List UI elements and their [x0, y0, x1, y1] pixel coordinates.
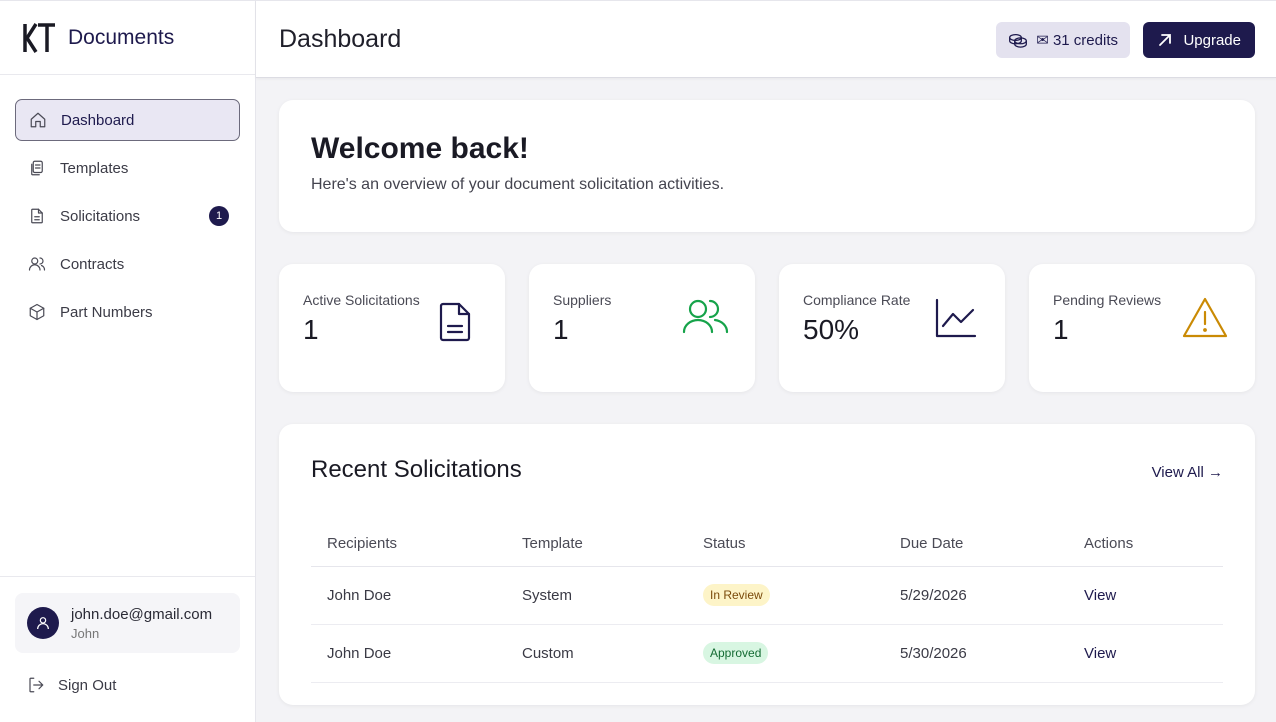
user-name: John	[71, 625, 100, 641]
sidebar-footer: john.doe@gmail.com John Sign Out	[0, 576, 255, 722]
stat-label: Active Solicitations	[303, 292, 420, 308]
warning-icon	[1181, 294, 1229, 342]
cell-recipient: John Doe	[311, 624, 506, 683]
user-icon	[37, 617, 49, 630]
stats-row: Active Solicitations 1 Suppliers 1 Compl…	[279, 264, 1255, 392]
upgrade-button[interactable]: Upgrade	[1143, 22, 1255, 58]
stat-label: Suppliers	[553, 292, 612, 308]
cell-status: Approved	[687, 624, 884, 683]
notification-badge: 1	[209, 206, 229, 226]
welcome-subtitle: Here's an overview of your document soli…	[311, 176, 725, 193]
sidebar-nav: Dashboard Templates Solicitations 1 Cont…	[0, 75, 255, 333]
cell-actions: View	[1068, 624, 1223, 683]
table-header-row: Recipients Template Status Due Date Acti…	[311, 522, 1223, 567]
sidebar-item-contracts[interactable]: Contracts	[15, 243, 240, 285]
table-row: John Doe Custom Approved 5/30/2026 View	[311, 624, 1223, 683]
stat-card-compliance-rate: Compliance Rate 50%	[779, 264, 1005, 392]
status-badge: Approved	[703, 642, 769, 664]
recent-solicitations-card: Recent Solicitations View All → Recipien…	[279, 424, 1255, 705]
section-title: Recent Solicitations	[311, 456, 522, 483]
app-name: Documents	[68, 25, 175, 49]
sidebar-item-label: Templates	[60, 159, 129, 177]
sidebar-item-label: Contracts	[60, 255, 125, 273]
sidebar-item-label: Part Numbers	[60, 303, 153, 321]
box-icon	[27, 302, 47, 322]
users-icon	[27, 254, 47, 274]
view-link[interactable]: View	[1084, 645, 1116, 662]
stat-card-active-solicitations: Active Solicitations 1	[279, 264, 505, 392]
column-header-template: Template	[506, 522, 687, 567]
column-header-due-date: Due Date	[884, 522, 1068, 567]
sidebar: Documents Dashboard Templates Solicitati…	[0, 0, 256, 722]
user-card[interactable]: john.doe@gmail.com John	[15, 593, 240, 653]
arrow-up-right-icon	[1159, 34, 1172, 46]
sidebar-item-label: Dashboard	[61, 111, 135, 129]
column-header-recipients: Recipients	[311, 522, 506, 567]
cell-template: System	[506, 566, 687, 625]
column-header-status: Status	[687, 522, 884, 567]
file-text-icon	[431, 298, 479, 346]
user-email: john.doe@gmail.com	[71, 605, 213, 623]
stat-card-pending-reviews: Pending Reviews 1	[1029, 264, 1255, 392]
sidebar-item-part-numbers[interactable]: Part Numbers	[15, 291, 240, 333]
line-chart-icon	[931, 294, 979, 342]
credits-button[interactable]: ✉ 31 credits	[996, 22, 1130, 58]
cell-actions: View	[1068, 566, 1223, 625]
log-out-icon	[29, 677, 44, 693]
avatar	[27, 607, 59, 639]
welcome-title: Welcome back!	[311, 132, 529, 165]
welcome-card: Welcome back! Here's an overview of your…	[279, 100, 1255, 232]
solicitations-table: Recipients Template Status Due Date Acti…	[311, 522, 1223, 683]
sidebar-item-solicitations[interactable]: Solicitations 1	[15, 195, 240, 237]
view-link[interactable]: View	[1084, 587, 1116, 604]
table-row: John Doe System In Review 5/29/2026 View	[311, 566, 1223, 625]
sidebar-item-dashboard[interactable]: Dashboard	[15, 99, 240, 141]
credits-label: ✉ 31 credits	[1036, 32, 1118, 49]
user-info: john.doe@gmail.com John	[71, 606, 212, 641]
cell-due-date: 5/29/2026	[884, 566, 1068, 625]
view-all-link[interactable]: View All →	[1152, 464, 1223, 481]
stat-label: Compliance Rate	[803, 292, 911, 308]
column-header-actions: Actions	[1068, 522, 1223, 567]
sign-out-label: Sign Out	[58, 676, 117, 694]
kt-logo-icon	[23, 22, 55, 53]
home-icon	[28, 110, 48, 130]
top-bar: Dashboard ✉ 31 credits Upgrade	[256, 0, 1276, 78]
page-title: Dashboard	[279, 24, 402, 53]
cell-recipient: John Doe	[311, 566, 506, 625]
stat-label: Pending Reviews	[1053, 292, 1162, 308]
status-badge: In Review	[703, 584, 770, 606]
cell-template: Custom	[506, 624, 687, 683]
copy-document-icon	[27, 158, 47, 178]
coins-icon	[1009, 33, 1028, 48]
stat-card-suppliers: Suppliers 1	[529, 264, 755, 392]
users-icon	[681, 294, 729, 342]
main-content: Welcome back! Here's an overview of your…	[279, 100, 1255, 705]
sign-out-button[interactable]: Sign Out	[15, 669, 240, 701]
app-root: Documents Dashboard Templates Solicitati…	[0, 0, 1276, 722]
cell-status: In Review	[687, 566, 884, 625]
sidebar-item-label: Solicitations	[60, 207, 141, 225]
sidebar-item-templates[interactable]: Templates	[15, 147, 240, 189]
file-text-icon	[27, 206, 47, 226]
brand[interactable]: Documents	[0, 1, 255, 75]
cell-due-date: 5/30/2026	[884, 624, 1068, 683]
upgrade-label: Upgrade	[1183, 31, 1241, 49]
